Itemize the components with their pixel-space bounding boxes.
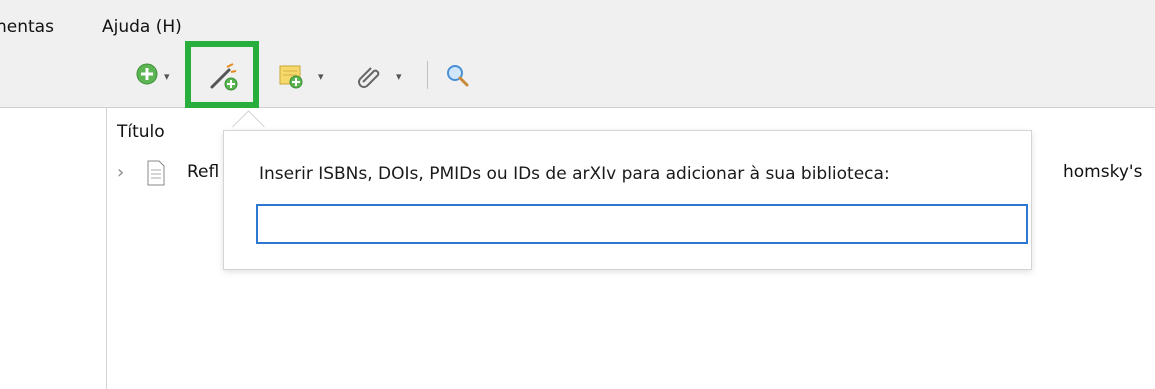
column-header-title[interactable]: Título [117, 122, 165, 142]
new-item-dropdown[interactable]: ▾ [164, 70, 170, 83]
add-by-identifier-popup: Inserir ISBNs, DOIs, PMIDs ou IDs de arX… [223, 130, 1032, 270]
search-button[interactable] [444, 62, 470, 92]
search-icon [447, 65, 469, 87]
toolbar-separator [427, 61, 428, 89]
menu-tools[interactable]: nentas [0, 17, 54, 37]
new-item-icon [136, 63, 158, 85]
identifier-input[interactable] [256, 204, 1028, 244]
popup-label: Inserir ISBNs, DOIs, PMIDs ou IDs de arX… [259, 164, 890, 184]
add-attachment-button[interactable] [355, 62, 383, 94]
new-note-dropdown[interactable]: ▾ [318, 70, 324, 83]
new-item-button[interactable] [135, 62, 159, 90]
add-attachment-icon [358, 67, 380, 88]
menu-help[interactable]: Ajuda (H) [102, 17, 182, 37]
chevron-right-icon[interactable]: › [117, 162, 124, 183]
add-attachment-dropdown[interactable]: ▾ [396, 70, 402, 83]
new-note-button[interactable] [277, 62, 305, 94]
row-title: Refl [187, 162, 220, 182]
row-title-tail: homsky's [1063, 162, 1143, 182]
document-icon [145, 160, 167, 190]
toolbar-area: nentas Ajuda (H) ▾ ▾ ▾ [0, 0, 1155, 108]
highlight-box [185, 41, 259, 108]
pane-divider [106, 108, 107, 389]
new-note-icon [279, 65, 303, 89]
